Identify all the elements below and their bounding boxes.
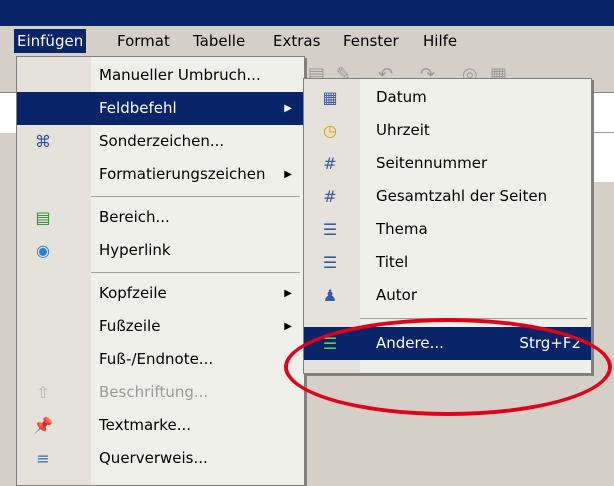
menu-item-section[interactable]: ▤ Bereich... — [17, 201, 304, 234]
menu-item-formatting-mark[interactable]: Formatierungszeichen ▶ — [17, 158, 304, 191]
menu-item-date[interactable]: ▦ Datum — [304, 81, 591, 114]
page-number-icon: # — [323, 154, 337, 173]
menu-bar: Einfügen Format Tabelle Extras Fenster H… — [0, 26, 614, 56]
submenu-arrow-icon: ▶ — [284, 103, 292, 114]
submenu-arrow-icon: ▶ — [284, 288, 292, 299]
menu-item-footnote[interactable]: Fuß-/Endnote... — [17, 343, 304, 376]
author-icon: ♟ — [322, 286, 338, 305]
title-icon: ☰ — [322, 253, 338, 272]
menu-item-hyperlink[interactable]: ◉ Hyperlink — [17, 234, 304, 267]
menu-item-bookmark[interactable]: 📌 Textmarke... — [17, 409, 304, 442]
menu-separator — [91, 196, 300, 197]
field-submenu: ▦ Datum ◷ Uhrzeit # Seitennummer # Gesam… — [303, 78, 592, 374]
menu-hilfe[interactable]: Hilfe — [420, 29, 460, 53]
menu-item-special-chars[interactable]: ⌘ Sonderzeichen... — [17, 125, 304, 158]
other-fields-icon: ☰ — [322, 334, 338, 353]
menu-extras[interactable]: Extras — [270, 29, 323, 53]
cross-reference-icon: ≡ — [36, 449, 50, 468]
menu-item-title[interactable]: ☰ Titel — [304, 246, 591, 279]
menu-item-page-number[interactable]: # Seitennummer — [304, 147, 591, 180]
menu-tabelle[interactable]: Tabelle — [190, 29, 248, 53]
shortcut-label: Strg+F2 — [519, 334, 581, 352]
caption-icon: ⇧ — [36, 383, 50, 402]
page-count-icon: # — [323, 187, 337, 206]
window-titlebar — [0, 0, 614, 26]
insert-menu: Manueller Umbruch... Feldbefehl ▶ ⌘ Sond… — [16, 56, 305, 486]
clock-icon: ◷ — [323, 121, 337, 140]
special-chars-icon: ⌘ — [35, 132, 51, 151]
calendar-icon: ▦ — [322, 88, 338, 107]
menu-item-field[interactable]: Feldbefehl ▶ — [17, 92, 304, 125]
hyperlink-globe-icon: ◉ — [36, 241, 50, 260]
menu-item-subject[interactable]: ☰ Thema — [304, 213, 591, 246]
menu-separator — [360, 318, 587, 319]
menu-separator — [91, 272, 300, 273]
menu-item-footer[interactable]: Fußzeile ▶ — [17, 310, 304, 343]
menu-item-other-fields[interactable]: ☰ Andere... Strg+F2 — [304, 327, 591, 360]
menu-item-manual-break[interactable]: Manueller Umbruch... — [17, 59, 304, 92]
menu-format[interactable]: Format — [114, 29, 173, 53]
menu-item-header[interactable]: Kopfzeile ▶ — [17, 277, 304, 310]
menu-item-caption: ⇧ Beschriftung... — [17, 376, 304, 409]
menu-item-cross-reference[interactable]: ≡ Querverweis... — [17, 442, 304, 475]
menu-fenster[interactable]: Fenster — [340, 29, 402, 53]
subject-icon: ☰ — [322, 220, 338, 239]
submenu-arrow-icon: ▶ — [284, 169, 292, 180]
menu-item-time[interactable]: ◷ Uhrzeit — [304, 114, 591, 147]
menu-einfuegen[interactable]: Einfügen — [14, 29, 87, 53]
submenu-arrow-icon: ▶ — [284, 321, 292, 332]
bookmark-pin-icon: 📌 — [33, 416, 53, 435]
menu-item-page-count[interactable]: # Gesamtzahl der Seiten — [304, 180, 591, 213]
section-icon: ▤ — [35, 208, 51, 227]
menu-item-author[interactable]: ♟ Autor — [304, 279, 591, 312]
